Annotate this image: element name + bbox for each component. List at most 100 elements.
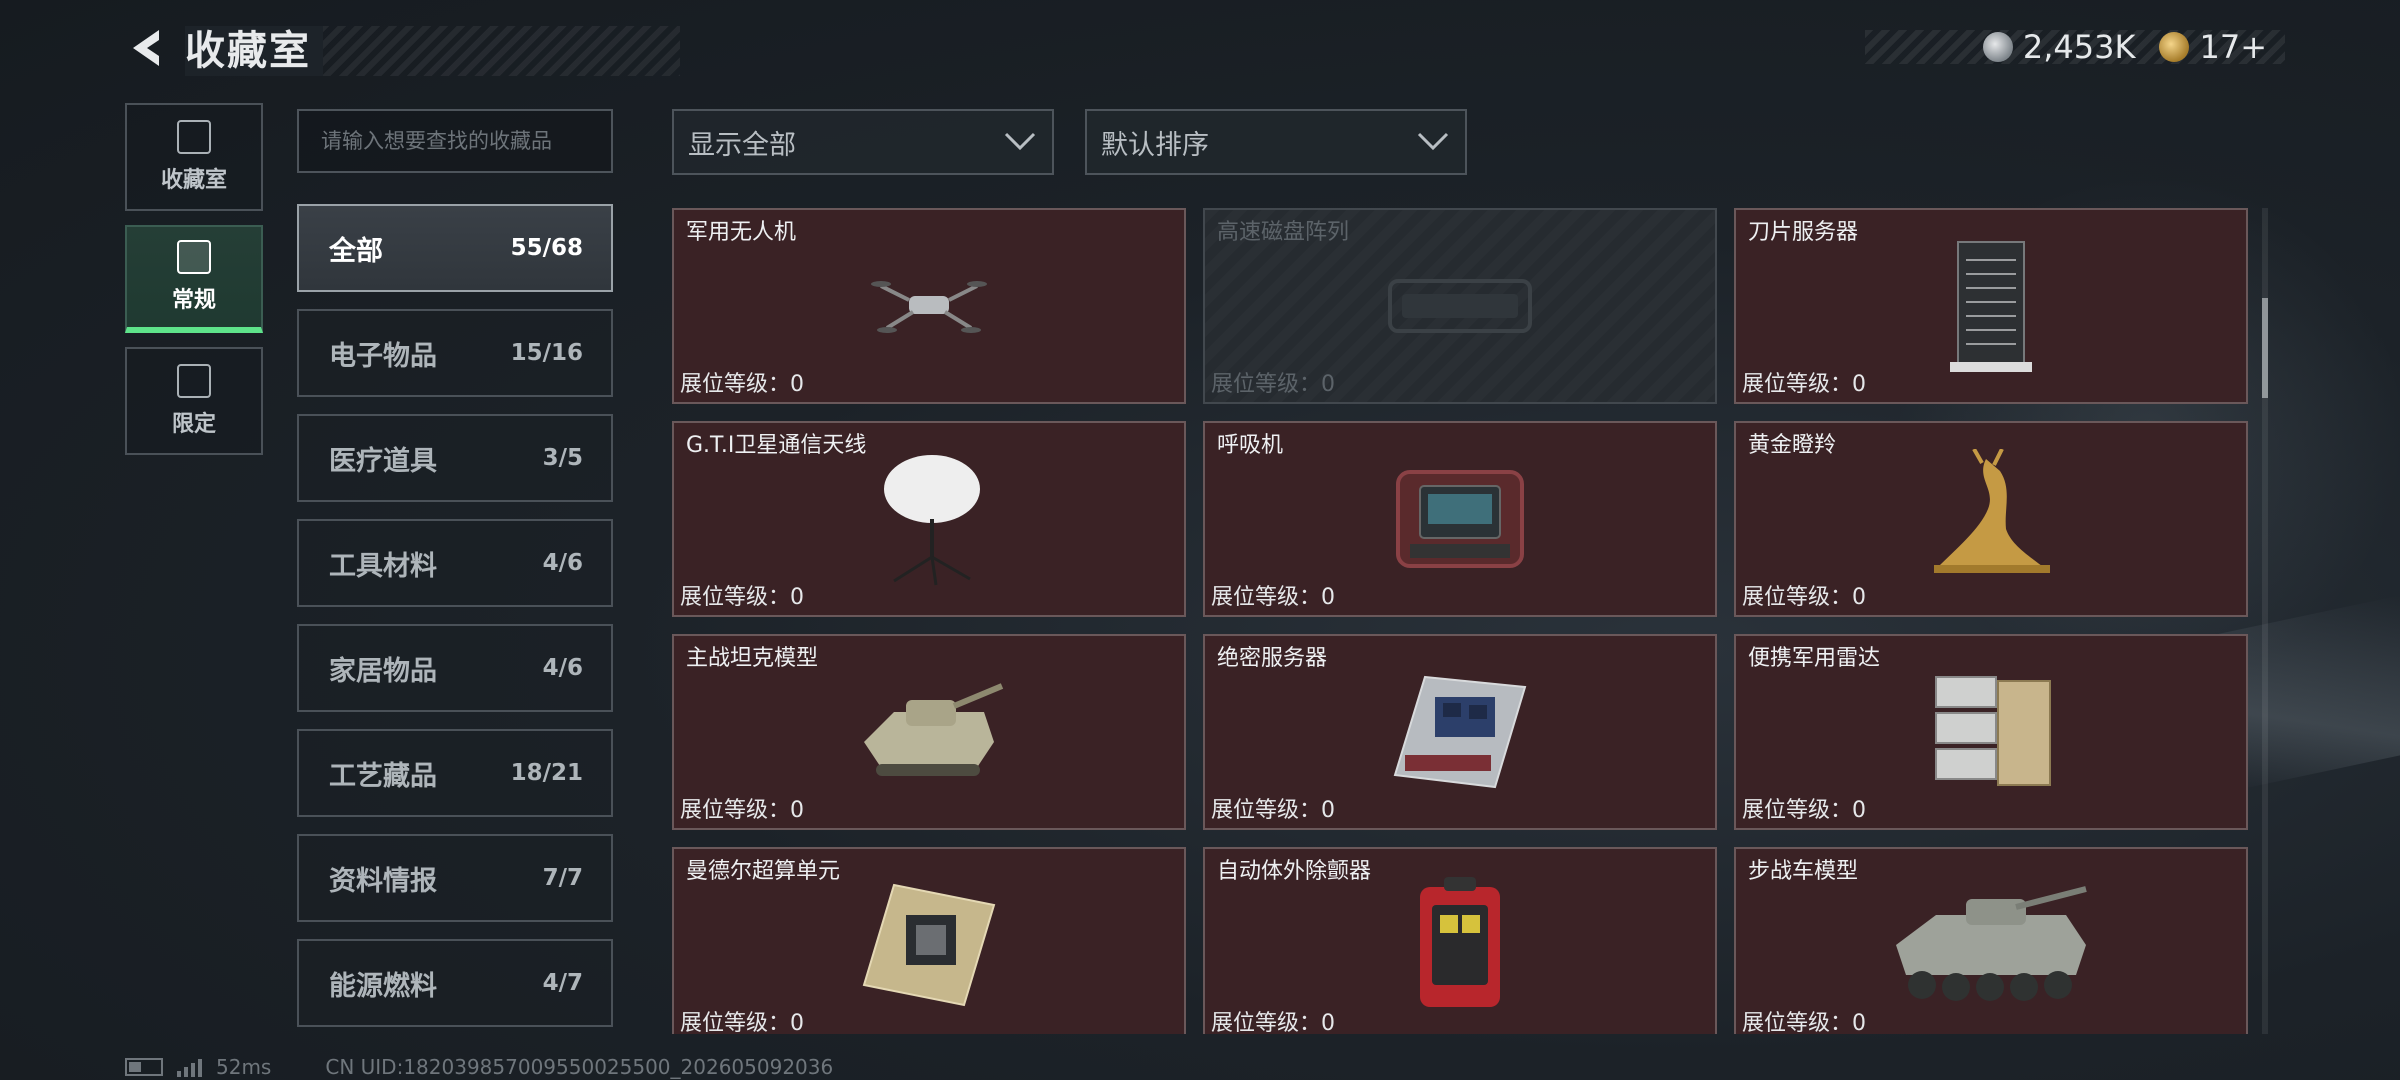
filter-value: 显示全部 [688, 129, 796, 161]
header: 收藏室 2,453K 17+ [125, 20, 2285, 80]
collection-card[interactable]: 呼吸机 展位等级：0 [1203, 421, 1717, 617]
category-energy[interactable]: 能源燃料 4/7 [297, 939, 613, 1027]
nav-label: 限定 [171, 412, 216, 437]
collection-grid: 军用无人机 展位等级：0 高速磁盘阵列 展位等级：0 刀片服务器 展位等级：0 … [672, 208, 2252, 1034]
category-list: 全部 55/68 电子物品 15/16 医疗道具 3/5 工具材料 4/6 家居… [297, 204, 613, 1044]
nav-label: 收藏室 [160, 168, 227, 193]
category-count: 4/6 [542, 550, 583, 576]
tank-model-icon [864, 683, 1004, 776]
category-name: 资料情报 [329, 865, 437, 897]
blade-server-icon [1950, 241, 2032, 372]
collection-card[interactable]: 步战车模型 展位等级：0 [1734, 847, 2248, 1034]
card-title: 刀片服务器 [1748, 220, 1859, 245]
sort-value: 默认排序 [1101, 129, 1209, 161]
back-arrow-icon [133, 30, 159, 66]
card-title: 自动体外除颤器 [1217, 859, 1372, 884]
booth-level: 展位等级：0 [680, 585, 805, 610]
page-title: 收藏室 [185, 26, 323, 76]
category-household[interactable]: 家居物品 4/6 [297, 624, 613, 712]
silver-balance: 2,453K [2022, 28, 2136, 66]
chevron-down-icon [1417, 132, 1449, 151]
satellite-antenna-icon [884, 455, 980, 586]
category-crafts[interactable]: 工艺藏品 18/21 [297, 729, 613, 817]
collection-card[interactable]: 黄金瞪羚 展位等级：0 [1734, 421, 2248, 617]
grid-scrollbar[interactable] [2262, 208, 2268, 1034]
category-count: 55/68 [510, 235, 583, 261]
category-medical[interactable]: 医疗道具 3/5 [297, 414, 613, 502]
category-name: 能源燃料 [329, 970, 437, 1002]
card-title: 黄金瞪羚 [1748, 433, 1837, 458]
regular-collection-icon [177, 240, 211, 274]
collection-card-locked[interactable]: 高速磁盘阵列 展位等级：0 [1203, 208, 1717, 404]
collection-card[interactable]: 绝密服务器 展位等级：0 [1203, 634, 1717, 830]
booth-level: 展位等级：0 [1742, 1011, 1867, 1034]
category-count: 4/7 [542, 970, 583, 996]
portable-radar-icon [1935, 676, 2051, 786]
category-name: 家居物品 [329, 655, 437, 687]
gold-balance: 17+ [2199, 28, 2267, 66]
filter-dropdown[interactable]: 显示全部 [672, 109, 1054, 175]
card-title: 主战坦克模型 [686, 646, 819, 671]
category-name: 工艺藏品 [329, 760, 437, 792]
defibrillator-icon [1420, 877, 1500, 1007]
sort-dropdown[interactable]: 默认排序 [1085, 109, 1467, 175]
nav-item-regular[interactable]: 常规 [125, 225, 263, 333]
vault-icon [177, 120, 211, 154]
category-name: 电子物品 [329, 340, 437, 372]
collection-grid-viewport[interactable]: 军用无人机 展位等级：0 高速磁盘阵列 展位等级：0 刀片服务器 展位等级：0 … [672, 208, 2252, 1034]
search-box [297, 109, 613, 173]
ping-value: 52ms [216, 1055, 272, 1079]
secret-server-icon [1393, 675, 1527, 789]
collection-card[interactable]: 曼德尔超算单元 展位等级：0 [672, 847, 1186, 1034]
booth-level: 展位等级：0 [1742, 798, 1867, 823]
card-title: 呼吸机 [1217, 433, 1284, 458]
collection-card[interactable]: 自动体外除颤器 展位等级：0 [1203, 847, 1717, 1034]
booth-level: 展位等级：0 [680, 1011, 805, 1034]
category-count: 15/16 [510, 340, 583, 366]
collection-card[interactable]: 便携军用雷达 展位等级：0 [1734, 634, 2248, 830]
limited-collection-icon [177, 364, 211, 398]
category-count: 4/6 [542, 655, 583, 681]
card-title: 军用无人机 [686, 220, 797, 245]
back-button[interactable] [125, 26, 169, 70]
category-all[interactable]: 全部 55/68 [297, 204, 613, 292]
nav-item-vault[interactable]: 收藏室 [125, 103, 263, 211]
card-title: 曼德尔超算单元 [686, 859, 841, 884]
nav-item-limited[interactable]: 限定 [125, 347, 263, 455]
signal-icon [177, 1057, 202, 1077]
disk-array-icon [1388, 279, 1532, 333]
battery-icon [125, 1058, 163, 1076]
left-nav: 收藏室 常规 限定 [125, 103, 263, 469]
collection-card[interactable]: 主战坦克模型 展位等级：0 [672, 634, 1186, 830]
booth-level: 展位等级：0 [1211, 372, 1336, 397]
uid-text: CN UID:1820398570095500​25500_2026050920… [325, 1055, 834, 1079]
category-count: 18/21 [510, 760, 583, 786]
category-intel[interactable]: 资料情报 7/7 [297, 834, 613, 922]
booth-level: 展位等级：0 [1211, 1011, 1336, 1034]
collection-card[interactable]: 刀片服务器 展位等级：0 [1734, 208, 2248, 404]
booth-level: 展位等级：0 [1742, 585, 1867, 610]
military-drone-icon [871, 281, 987, 333]
nav-label: 常规 [171, 288, 216, 313]
ifv-model-icon [1896, 886, 2087, 1001]
title-bar: 收藏室 [185, 26, 680, 76]
booth-level: 展位等级：0 [680, 798, 805, 823]
category-name: 工具材料 [329, 550, 437, 582]
booth-level: 展位等级：0 [1742, 372, 1867, 397]
category-count: 7/7 [542, 865, 583, 891]
ventilator-icon [1396, 470, 1524, 568]
card-title: 便携军用雷达 [1748, 646, 1881, 671]
category-tools[interactable]: 工具材料 4/6 [297, 519, 613, 607]
collection-card[interactable]: G.T.I卫星通信天线 展位等级：0 [672, 421, 1186, 617]
supercomputer-unit-icon [862, 883, 996, 1007]
category-electronics[interactable]: 电子物品 15/16 [297, 309, 613, 397]
silver-coin-icon [1982, 32, 2013, 62]
status-footer: 52ms CN UID:1820398570095500​25500_20260… [125, 1055, 833, 1079]
scroll-thumb[interactable] [2262, 298, 2268, 398]
collection-card[interactable]: 军用无人机 展位等级：0 [672, 208, 1186, 404]
booth-level: 展位等级：0 [1211, 585, 1336, 610]
search-input[interactable] [321, 129, 611, 153]
golden-gazelle-icon [1934, 449, 2050, 573]
chevron-down-icon [1004, 132, 1036, 151]
category-count: 3/5 [542, 445, 583, 471]
